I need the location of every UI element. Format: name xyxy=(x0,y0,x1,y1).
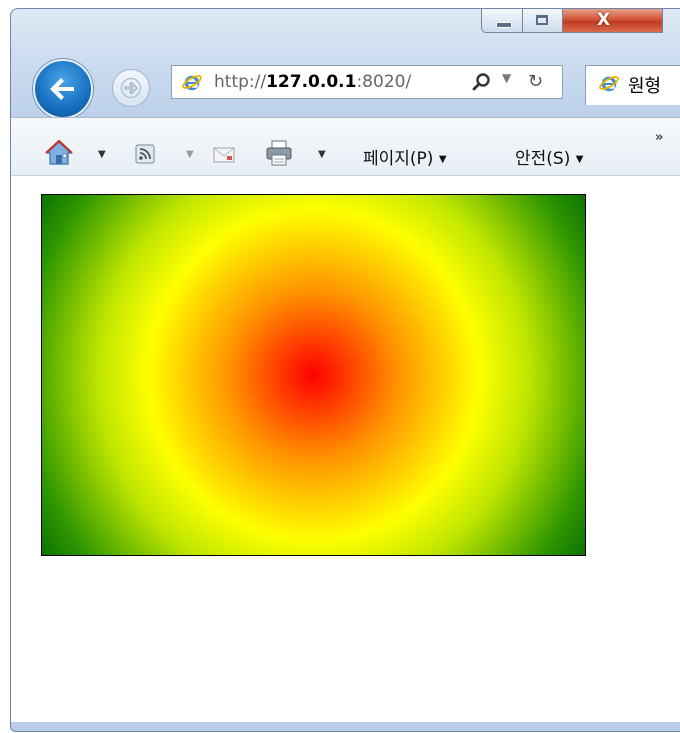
forward-button[interactable] xyxy=(112,69,150,107)
minimize-button[interactable] xyxy=(481,9,523,33)
address-bar[interactable]: http://127.0.0.1:8020/ ▼ ↻ xyxy=(171,65,563,99)
page-menu[interactable]: 페이지(P) ▼ xyxy=(363,144,447,169)
print-dropdown-icon[interactable]: ▼ xyxy=(318,149,326,160)
url-suffix: :8020/ xyxy=(356,72,412,92)
tab-circle[interactable]: 원형 xyxy=(585,65,680,105)
ie-page-icon xyxy=(182,75,202,91)
tab-label: 원형 xyxy=(628,76,662,97)
refresh-icon[interactable]: ↻ xyxy=(528,71,543,92)
safety-menu-dropdown-icon: ▼ xyxy=(575,154,584,165)
maximize-button[interactable] xyxy=(523,9,563,33)
command-bar: ▼ ▼ ▼ 페이지(P) ▼ 안전(S) ▼ » xyxy=(11,117,680,175)
print-icon[interactable] xyxy=(265,140,293,166)
safety-menu-label: 안전(S) xyxy=(515,149,571,169)
minimize-icon xyxy=(496,22,512,28)
page-menu-dropdown-icon: ▼ xyxy=(438,154,447,165)
browser-window: X http://127.0.0.1:8020/ ▼ ↻ 원형 ▼ ▼ ▼ 페이… xyxy=(10,8,680,732)
feeds-icon[interactable] xyxy=(135,144,155,164)
read-mail-icon[interactable] xyxy=(213,147,235,163)
url-prefix: http:// xyxy=(214,72,267,92)
search-icon[interactable] xyxy=(472,72,492,92)
radial-gradient-canvas xyxy=(41,194,586,556)
home-dropdown-icon[interactable]: ▼ xyxy=(98,149,106,160)
page-menu-label: 페이지(P) xyxy=(363,149,434,169)
address-dropdown-icon[interactable]: ▼ xyxy=(502,71,511,85)
window-caption-buttons: X xyxy=(481,9,663,35)
url-host: 127.0.0.1 xyxy=(266,72,357,92)
page-content xyxy=(11,175,680,722)
forward-arrow-icon xyxy=(120,77,142,99)
more-commands-icon[interactable]: » xyxy=(655,130,663,145)
address-url[interactable]: http://127.0.0.1:8020/ xyxy=(214,72,411,92)
back-arrow-icon xyxy=(50,78,74,100)
maximize-icon xyxy=(536,15,548,25)
safety-menu[interactable]: 안전(S) ▼ xyxy=(515,144,583,169)
ie-tab-icon xyxy=(599,76,619,92)
close-icon: X xyxy=(597,10,611,30)
feeds-dropdown-icon[interactable]: ▼ xyxy=(186,149,194,160)
back-button[interactable] xyxy=(33,59,93,119)
home-icon[interactable] xyxy=(45,140,73,166)
close-button[interactable]: X xyxy=(563,9,663,33)
